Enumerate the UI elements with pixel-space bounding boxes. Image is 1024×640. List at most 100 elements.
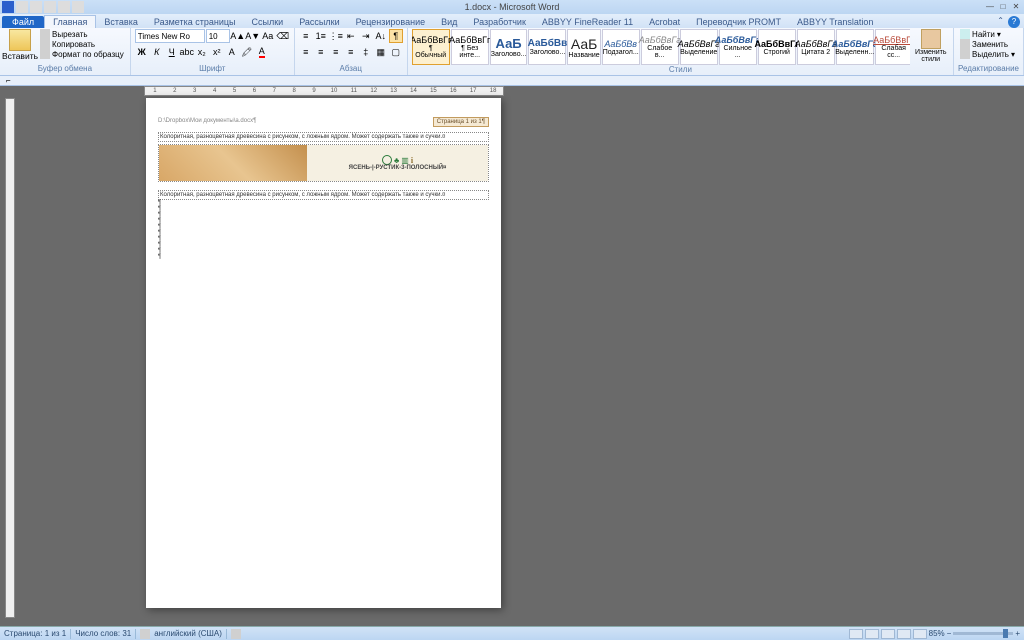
find-button[interactable]: Найти▾ (958, 29, 1017, 39)
tab-view[interactable]: Вид (433, 16, 465, 28)
style-emphasis[interactable]: АаБбВвГгВыделение (680, 29, 718, 65)
minimize-button[interactable]: — (984, 2, 996, 12)
close-button[interactable]: ✕ (1010, 2, 1022, 12)
borders-icon[interactable]: ▢ (389, 45, 403, 59)
bullets-icon[interactable]: ≡ (299, 29, 313, 43)
style-subtitle[interactable]: АаБбВвПодзагол... (602, 29, 640, 65)
style-prev: АаБбВвГг (639, 35, 681, 45)
group-label-editing: Редактирование (958, 64, 1019, 74)
zoom-out-button[interactable]: − (947, 629, 952, 638)
cut-button[interactable]: Вырезать (38, 29, 126, 39)
font-size-select[interactable] (206, 29, 230, 43)
tab-promt[interactable]: Переводчик PROMT (688, 16, 789, 28)
tab-abbyy-trans[interactable]: ABBYY Translation (789, 16, 881, 28)
tab-references[interactable]: Ссылки (244, 16, 292, 28)
view-web-icon[interactable] (881, 629, 895, 639)
image-row[interactable]: ♣ ▥ i ЯСЕНЬ-|-РУСТИК-3-ПОЛОСНЫЙ¤ (158, 144, 489, 182)
select-button[interactable]: Выделить▾ (958, 49, 1017, 59)
copy-button[interactable]: Копировать (38, 39, 126, 49)
tab-file[interactable]: Файл (2, 16, 44, 28)
indent-inc-icon[interactable]: ⇥ (359, 29, 373, 43)
status-zoom[interactable]: 85% (929, 629, 945, 638)
style-intense-quote[interactable]: АаБбВвГгВыделенн... (836, 29, 874, 65)
status-language[interactable]: английский (США) (154, 629, 222, 638)
change-styles-button[interactable]: Изменить стили (912, 29, 949, 63)
vertical-ruler[interactable] (5, 98, 15, 618)
style-subtle-ref[interactable]: АаБбВвГгСлабая сс... (875, 29, 911, 65)
status-words[interactable]: Число слов: 31 (75, 629, 131, 638)
style-title[interactable]: АаБНазвание (567, 29, 600, 65)
align-center-icon[interactable]: ≡ (314, 45, 328, 59)
proofing-icon[interactable] (140, 629, 150, 639)
shrink-font-icon[interactable]: A▼ (246, 29, 260, 43)
tab-abbyy-fr[interactable]: ABBYY FineReader 11 (534, 16, 641, 28)
align-left-icon[interactable]: ≡ (299, 45, 313, 59)
replace-button[interactable]: Заменить (958, 39, 1017, 49)
style-intense[interactable]: АаБбВвГгСильное ... (719, 29, 757, 65)
qat-save-icon[interactable] (16, 1, 28, 13)
subscript-icon[interactable]: x₂ (195, 45, 209, 59)
status-page[interactable]: Страница: 1 из 1 (4, 629, 66, 638)
underline-icon[interactable]: Ч (165, 45, 179, 59)
tab-review[interactable]: Рецензирование (348, 16, 434, 28)
bold-icon[interactable]: Ж (135, 45, 149, 59)
ribbon-minimize-icon[interactable]: ⌃ (997, 16, 1004, 28)
font-name-select[interactable] (135, 29, 205, 43)
view-print-layout-icon[interactable] (849, 629, 863, 639)
style-nospacing[interactable]: АаБбВвГг¶ Без инте... (451, 29, 489, 65)
italic-icon[interactable]: К (150, 45, 164, 59)
style-heading1[interactable]: АаБЗаголово... (490, 29, 528, 65)
format-painter-button[interactable]: Формат по образцу (38, 49, 126, 59)
tab-mailings[interactable]: Рассылки (291, 16, 347, 28)
style-subtle[interactable]: АаБбВвГгСлабое в... (641, 29, 679, 65)
style-heading2[interactable]: АаБбВвЗаголово... (528, 29, 566, 65)
view-outline-icon[interactable] (897, 629, 911, 639)
change-case-icon[interactable]: Aa (261, 29, 275, 43)
qat-icon-4[interactable] (58, 1, 70, 13)
view-fullscreen-icon[interactable] (865, 629, 879, 639)
document-area[interactable]: 123456789101112131415161718 D:\Dropbox\М… (0, 86, 1024, 630)
horizontal-ruler[interactable]: 123456789101112131415161718 (144, 86, 504, 96)
numbering-icon[interactable]: 1≡ (314, 29, 328, 43)
show-marks-icon[interactable]: ¶ (389, 29, 403, 43)
tab-pagelayout[interactable]: Разметка страницы (146, 16, 244, 28)
paste-button[interactable]: Вставить (4, 29, 36, 61)
page[interactable]: D:\Dropbox\Мои документы\a.docx¶ Страниц… (146, 98, 501, 608)
strike-icon[interactable]: abc (180, 45, 194, 59)
paste-label: Вставить (2, 51, 38, 61)
grow-font-icon[interactable]: A▲ (231, 29, 245, 43)
tab-developer[interactable]: Разработчик (465, 16, 533, 28)
qat-redo-icon[interactable] (44, 1, 56, 13)
zoom-in-button[interactable]: + (1015, 629, 1020, 638)
zoom-thumb[interactable] (1003, 629, 1008, 638)
shading-icon[interactable]: ▦ (374, 45, 388, 59)
line-spacing-icon[interactable]: ‡ (359, 45, 373, 59)
style-strong[interactable]: АаБбВвГгСтрогий (758, 29, 796, 65)
table-cell-1[interactable]: Колоритная, разноцветная древесина с рис… (158, 132, 489, 142)
highlight-icon[interactable]: 🖍 (240, 45, 254, 59)
font-color-icon[interactable]: A (255, 45, 269, 59)
qat-icon-5[interactable] (72, 1, 84, 13)
qat-undo-icon[interactable] (30, 1, 42, 13)
align-right-icon[interactable]: ≡ (329, 45, 343, 59)
sep (70, 629, 71, 639)
clear-format-icon[interactable]: ⌫ (276, 29, 290, 43)
style-gallery[interactable]: АаБбВвГг¶ Обычный АаБбВвГг¶ Без инте... … (412, 29, 911, 65)
style-normal[interactable]: АаБбВвГг¶ Обычный (412, 29, 450, 65)
macro-rec-icon[interactable] (231, 629, 241, 639)
tab-home[interactable]: Главная (44, 15, 96, 28)
sort-icon[interactable]: A↓ (374, 29, 388, 43)
indent-dec-icon[interactable]: ⇤ (344, 29, 358, 43)
style-quote[interactable]: АаБбВвГгЦитата 2 (797, 29, 835, 65)
maximize-button[interactable]: □ (997, 2, 1009, 12)
tab-acrobat[interactable]: Acrobat (641, 16, 688, 28)
superscript-icon[interactable]: x² (210, 45, 224, 59)
justify-icon[interactable]: ≡ (344, 45, 358, 59)
view-draft-icon[interactable] (913, 629, 927, 639)
multilevel-icon[interactable]: ⋮≡ (329, 29, 343, 43)
table-cell-2[interactable]: Колоритная, разноцветная древесина с рис… (158, 190, 489, 200)
tab-insert[interactable]: Вставка (96, 16, 145, 28)
zoom-slider[interactable] (953, 632, 1013, 635)
text-effects-icon[interactable]: A (225, 45, 239, 59)
help-icon[interactable]: ? (1008, 16, 1020, 28)
